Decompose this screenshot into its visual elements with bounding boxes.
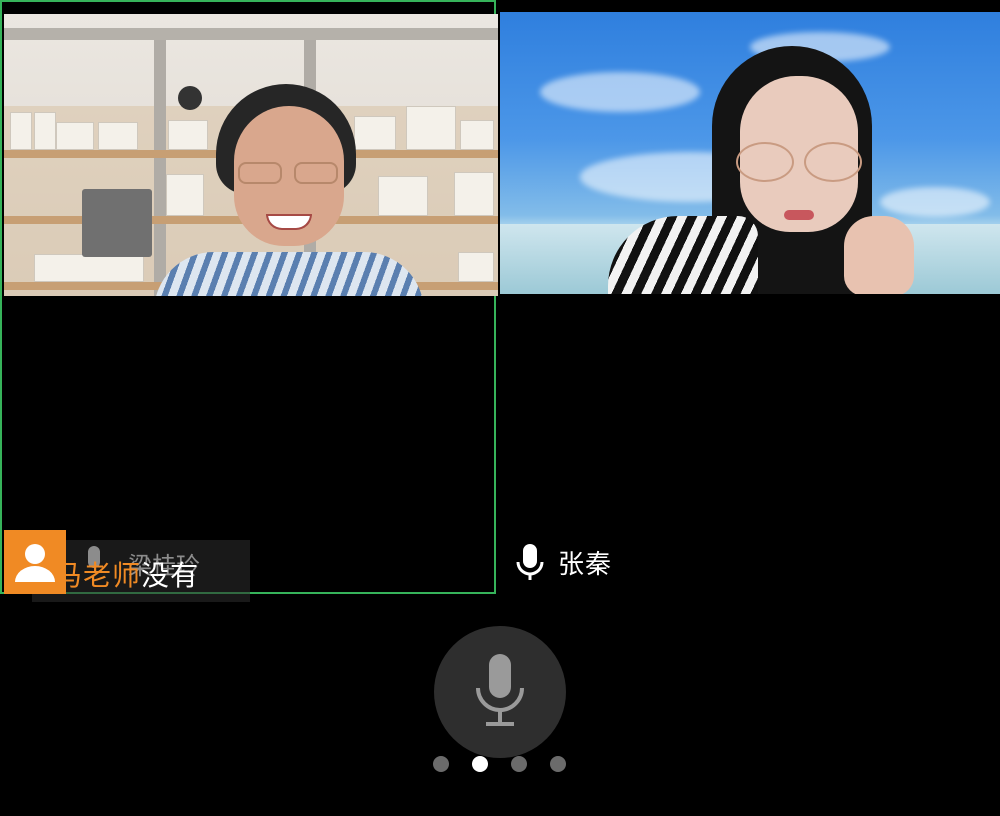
participant-tile-right[interactable]: 张秦 <box>500 12 1000 594</box>
page-dot-4[interactable] <box>550 756 566 772</box>
participant-video-left <box>4 14 498 296</box>
microphone-icon <box>516 544 544 580</box>
participant-name-left: 马老师没有 <box>54 554 199 594</box>
page-indicator <box>433 756 566 772</box>
participant-tile-left[interactable] <box>0 0 498 594</box>
page-dot-3[interactable] <box>511 756 527 772</box>
mute-toggle-button[interactable] <box>434 626 566 758</box>
microphone-icon <box>476 654 524 726</box>
page-dot-1[interactable] <box>433 756 449 772</box>
person-icon <box>15 544 55 582</box>
participant-person-left <box>154 84 424 296</box>
caption-text: 没有 <box>141 559 200 592</box>
participant-video-right <box>500 12 1000 294</box>
teacher-name: 马老师 <box>54 559 142 592</box>
participant-label-right: 张秦 <box>514 542 612 582</box>
participant-name-right: 张秦 <box>558 549 613 580</box>
participant-person-right <box>608 46 968 294</box>
page-dot-2-active[interactable] <box>472 756 488 772</box>
